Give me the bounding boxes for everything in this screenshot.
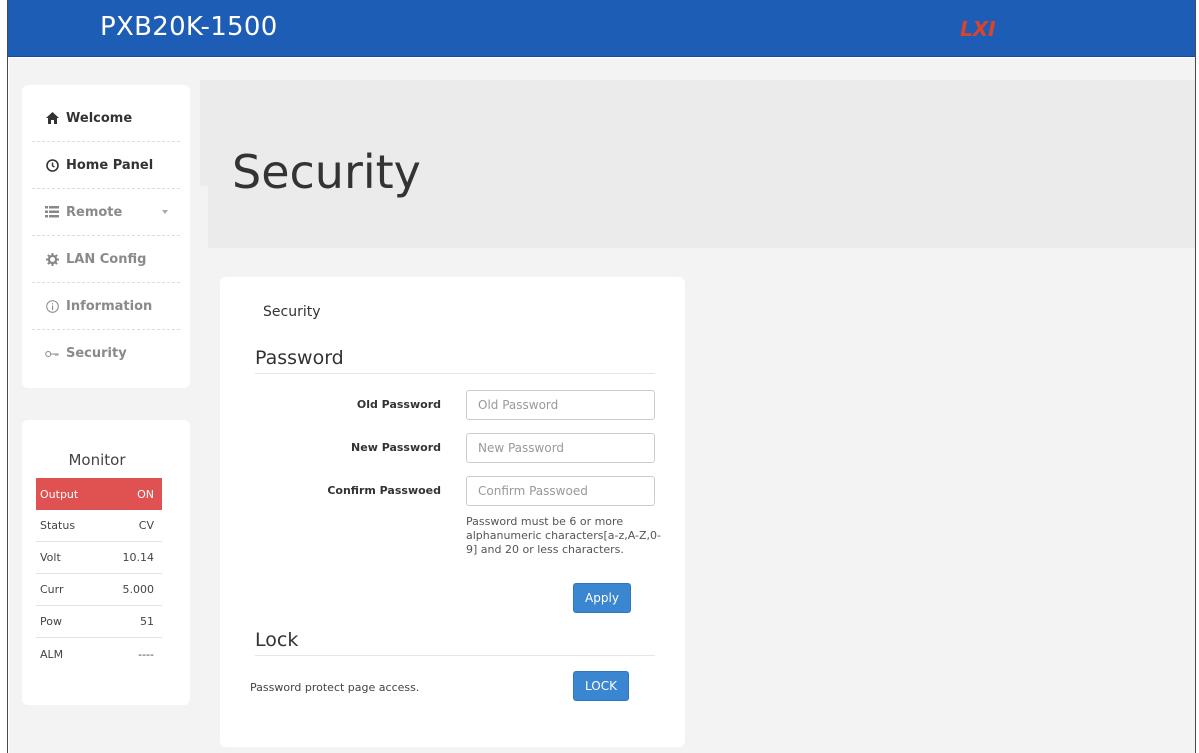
key-icon bbox=[45, 347, 59, 361]
info-icon bbox=[45, 299, 59, 313]
window-border-left bbox=[0, 0, 8, 753]
monitor-row-curr: Curr 5.000 bbox=[36, 574, 162, 606]
monitor-panel: Monitor Output ON Status CV Volt 10.14 C… bbox=[22, 420, 190, 705]
apply-button[interactable]: Apply bbox=[573, 583, 631, 613]
sidebar-item-label: Remote bbox=[66, 204, 123, 220]
monitor-row-pow: Pow 51 bbox=[36, 606, 162, 638]
monitor-title: Monitor bbox=[68, 451, 126, 469]
monitor-value: CV bbox=[138, 519, 154, 532]
card-title: Security bbox=[263, 304, 321, 320]
confirm-password-label: Confirm Passwoed bbox=[327, 484, 441, 497]
new-password-label: New Password bbox=[351, 441, 441, 454]
security-card: Security Password Old Password New Passw… bbox=[220, 277, 685, 747]
sidebar-item-label: Welcome bbox=[66, 110, 133, 126]
monitor-label: Pow bbox=[40, 615, 62, 628]
monitor-label: Status bbox=[40, 519, 76, 532]
password-hint: Password must be 6 or more alphanumeric … bbox=[466, 515, 661, 556]
monitor-value: ON bbox=[137, 487, 154, 501]
password-section-heading: Password bbox=[255, 347, 655, 374]
lxi-logo: LXI bbox=[960, 17, 996, 39]
monitor-label: Curr bbox=[40, 583, 64, 596]
monitor-value: 51 bbox=[140, 615, 154, 628]
top-bar: PXB20K-1500 LXI bbox=[8, 0, 1195, 57]
new-password-field[interactable] bbox=[466, 433, 655, 463]
confirm-password-field[interactable] bbox=[466, 476, 655, 506]
sidebar-item-remote[interactable]: Remote bbox=[32, 189, 180, 236]
gear-icon bbox=[45, 252, 59, 266]
lock-section-heading: Lock bbox=[255, 629, 655, 656]
home-icon bbox=[45, 111, 59, 125]
sidebar-item-label: Home Panel bbox=[66, 157, 154, 173]
page-title: Security bbox=[232, 145, 421, 199]
page-header: Security bbox=[208, 80, 1195, 248]
monitor-table: Output ON Status CV Volt 10.14 Curr 5.00… bbox=[36, 478, 162, 670]
sidebar-item-lan-config[interactable]: LAN Config bbox=[32, 236, 180, 283]
old-password-field[interactable] bbox=[466, 390, 655, 420]
list-icon bbox=[45, 205, 59, 219]
sidebar-item-label: LAN Config bbox=[66, 251, 147, 267]
lock-button[interactable]: LOCK bbox=[573, 671, 629, 701]
lxi-logo-text: LXI bbox=[960, 17, 996, 39]
monitor-label: Output bbox=[40, 487, 79, 501]
chevron-down-icon bbox=[162, 210, 168, 214]
window-border-right bbox=[1195, 0, 1199, 753]
lock-description: Password protect page access. bbox=[250, 681, 420, 694]
monitor-row-status: Status CV bbox=[36, 510, 162, 542]
monitor-row-alm: ALM ---- bbox=[36, 638, 162, 670]
sidebar-item-label: Security bbox=[66, 346, 127, 361]
monitor-label: ALM bbox=[40, 647, 64, 661]
sidebar-item-security[interactable]: Security bbox=[32, 330, 180, 377]
monitor-value: 5.000 bbox=[122, 583, 155, 596]
sidebar-item-home-panel[interactable]: Home Panel bbox=[32, 142, 180, 189]
app-title: PXB20K-1500 bbox=[100, 12, 278, 42]
monitor-value: ---- bbox=[138, 647, 154, 661]
monitor-row-volt: Volt 10.14 bbox=[36, 542, 162, 574]
sidebar-item-welcome[interactable]: Welcome bbox=[32, 85, 180, 142]
old-password-label: Old Password bbox=[356, 398, 441, 411]
sidebar-nav: Welcome Home Panel Remote LAN Config Inf… bbox=[22, 85, 190, 388]
monitor-label: Volt bbox=[40, 551, 61, 564]
clock-icon bbox=[45, 158, 59, 172]
monitor-row-output: Output ON bbox=[36, 478, 162, 510]
sidebar-item-label: Information bbox=[66, 298, 153, 314]
sidebar-item-information[interactable]: Information bbox=[32, 283, 180, 330]
monitor-value: 10.14 bbox=[122, 551, 155, 564]
